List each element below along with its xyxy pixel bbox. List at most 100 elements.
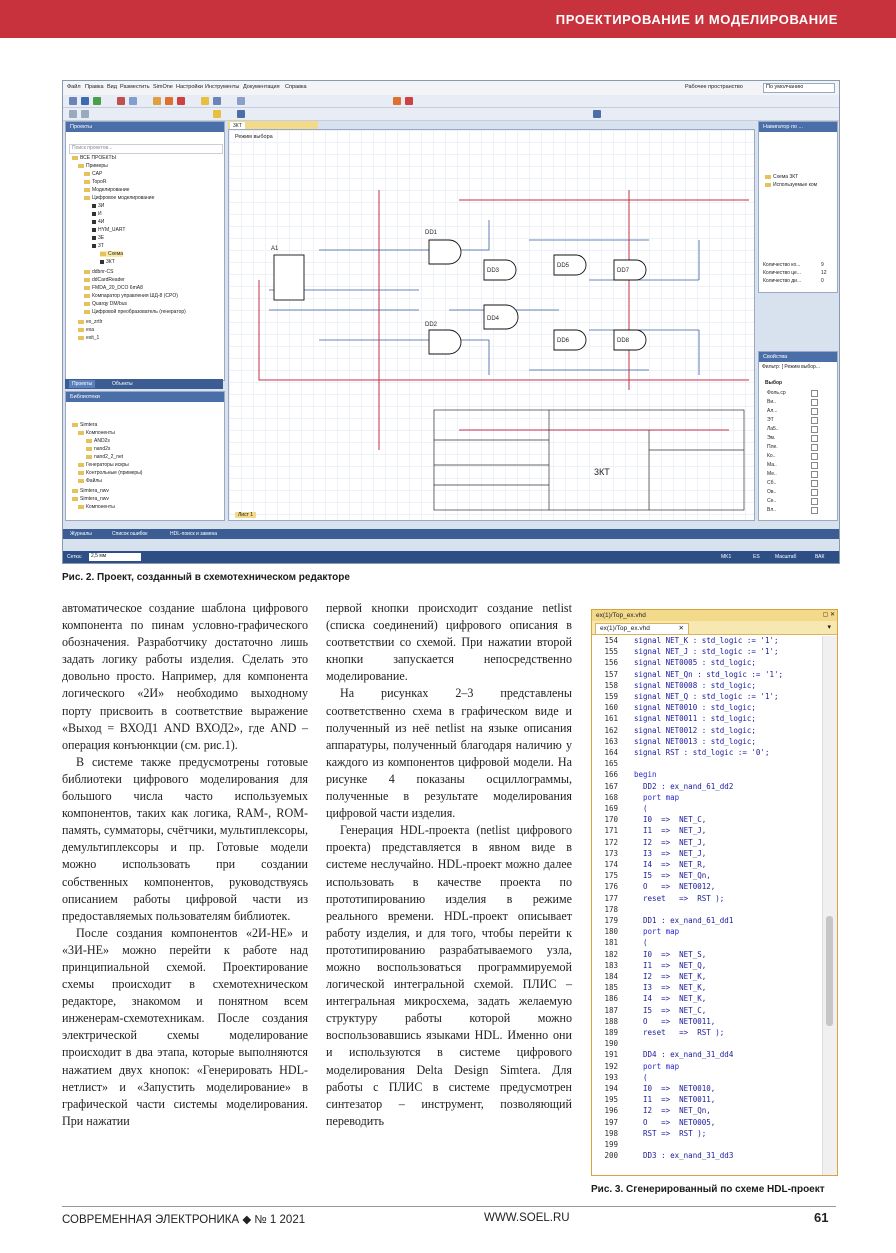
property-checkbox[interactable] xyxy=(811,471,818,478)
tree-item[interactable]: exa xyxy=(78,327,94,333)
property-row[interactable]: Вл.. xyxy=(767,507,776,513)
workspace-select[interactable]: По умолчанию xyxy=(763,83,835,93)
tree-item[interactable]: ex_zrtlr xyxy=(78,319,102,325)
tree-item[interactable]: ddCardReader xyxy=(84,277,125,283)
property-row[interactable]: Ал... xyxy=(767,408,777,414)
property-checkbox[interactable] xyxy=(811,435,818,442)
property-row[interactable]: Пле. xyxy=(767,444,778,450)
tree-item[interactable]: TopoR xyxy=(84,179,106,185)
check-icon[interactable] xyxy=(93,97,101,105)
tree-item[interactable]: 3Т xyxy=(92,243,104,249)
tab-close-icon[interactable]: ✕ xyxy=(679,624,684,634)
tree-item[interactable]: Моделирование xyxy=(84,187,129,193)
editor-tab[interactable]: ex(1)/Top_ex.vhd ✕ xyxy=(595,623,689,634)
zoom-icon[interactable] xyxy=(213,97,221,105)
lib-tree-item[interactable]: Файлы xyxy=(78,478,102,484)
property-row[interactable]: Ко.. xyxy=(767,453,775,459)
property-checkbox[interactable] xyxy=(811,453,818,460)
schematic-canvas[interactable]: Режим выбора DD1 DD2 DD3 DD4 DD5 DD6 DD7… xyxy=(228,129,755,521)
tree-item[interactable]: exit_1 xyxy=(78,335,99,341)
property-row[interactable]: Се.. xyxy=(767,498,776,504)
property-checkbox[interactable] xyxy=(811,426,818,433)
tab-hdl-search[interactable]: HDL-поиск и замена xyxy=(167,530,220,538)
property-row[interactable]: Ов.. xyxy=(767,489,776,495)
property-row[interactable]: Сб.. xyxy=(767,480,776,486)
lib-tree-item[interactable]: Simtera xyxy=(72,422,97,428)
bus-icon[interactable] xyxy=(213,110,221,118)
property-checkbox[interactable] xyxy=(811,507,818,514)
net-label-icon[interactable] xyxy=(237,110,245,118)
projects-search-input[interactable]: Поиск проектов... xyxy=(69,144,223,154)
menu-item-place[interactable]: Разместить xyxy=(120,84,150,90)
property-checkbox[interactable] xyxy=(811,462,818,469)
chevron-down-icon[interactable]: ▾ xyxy=(827,623,831,631)
open-icon[interactable] xyxy=(69,97,77,105)
tab-logs[interactable]: Журналы xyxy=(67,530,95,538)
property-row[interactable]: ЭТ xyxy=(767,417,774,423)
tree-item[interactable]: Примеры xyxy=(78,163,108,169)
nav-item[interactable]: Схема 3КТ xyxy=(765,174,798,180)
lib-tree-item[interactable]: nand2_2_net xyxy=(86,454,123,460)
property-row[interactable]: Ма.. xyxy=(767,462,777,468)
lib-tree-item[interactable]: Компоненты xyxy=(78,504,115,510)
properties-filter[interactable]: Фильтр: [ Режим выбор... xyxy=(762,364,820,370)
property-checkbox[interactable] xyxy=(811,390,818,397)
menu-item-file[interactable]: Файл xyxy=(67,84,81,90)
tab-objects[interactable]: Объекты xyxy=(109,380,136,388)
editor-scrollbar[interactable] xyxy=(822,636,837,1175)
property-checkbox[interactable] xyxy=(811,408,818,415)
tree-item-selected[interactable]: Схема xyxy=(100,251,124,257)
lib-tree-item[interactable]: Simtera_nwv xyxy=(72,496,109,502)
property-checkbox[interactable] xyxy=(811,489,818,496)
lib-tree-item[interactable]: Simtera_nwv xyxy=(72,488,109,494)
menu-item-docs[interactable]: Документация xyxy=(243,84,280,90)
tree-item[interactable]: И xyxy=(92,211,102,217)
property-row[interactable]: Ла5.. xyxy=(767,426,779,432)
grid-size-select[interactable]: 2,5 мм xyxy=(89,553,141,561)
menu-item-help[interactable]: Справка xyxy=(285,84,307,90)
code-area[interactable]: 154 signal NET_K : std_logic := '1'; 155 si… xyxy=(592,636,820,1175)
menu-item-tools[interactable]: Инструменты xyxy=(205,84,239,90)
tree-item[interactable]: CAP xyxy=(84,171,102,177)
sheet-tab[interactable]: Лист 1 xyxy=(235,512,257,518)
highlight-icon[interactable] xyxy=(201,97,209,105)
property-checkbox[interactable] xyxy=(811,498,818,505)
component-icon[interactable] xyxy=(153,97,161,105)
property-checkbox[interactable] xyxy=(811,417,818,424)
tree-item[interactable]: Quarqy DM/bus xyxy=(84,301,127,307)
copy-icon[interactable] xyxy=(129,97,137,105)
menu-item-simone[interactable]: SimOne xyxy=(153,84,173,90)
website[interactable]: WWW.SOEL.RU xyxy=(484,1212,570,1224)
generate-hdl-icon[interactable] xyxy=(165,97,173,105)
lib-tree-item[interactable]: Компоненты xyxy=(78,430,115,436)
property-row[interactable]: Эм. xyxy=(767,435,775,441)
cut-icon[interactable] xyxy=(117,97,125,105)
property-checkbox[interactable] xyxy=(811,444,818,451)
grid-icon[interactable] xyxy=(237,97,245,105)
tree-item-all-projects[interactable]: ВСЕ ПРОЕКТЫ xyxy=(72,155,116,161)
save-icon[interactable] xyxy=(81,97,89,105)
lib-tree-item[interactable]: Генераторы искры xyxy=(78,462,129,468)
scrollbar-thumb[interactable] xyxy=(826,916,833,1026)
probe-icon[interactable] xyxy=(405,97,413,105)
tree-item[interactable]: HYM_UART xyxy=(92,227,125,233)
tree-item[interactable]: ddbnr-CS xyxy=(84,269,113,275)
lib-tree-item[interactable]: AND2s xyxy=(86,438,110,444)
pointer-icon[interactable] xyxy=(69,110,77,118)
tree-item[interactable]: 4И xyxy=(92,219,104,225)
property-row[interactable]: Ме.. xyxy=(767,471,777,477)
align-icon[interactable] xyxy=(593,110,601,118)
nav-item[interactable]: Используемые ком xyxy=(765,182,817,188)
run-simulation-icon[interactable] xyxy=(177,97,185,105)
lib-tree-item[interactable]: Контрольные (примеры) xyxy=(78,470,142,476)
property-row[interactable]: Фоль.ср xyxy=(767,390,786,396)
tab-projects[interactable]: Проекты xyxy=(69,380,96,388)
window-controls-icon[interactable]: ▢ ✕ xyxy=(823,610,835,621)
property-checkbox[interactable] xyxy=(811,480,818,487)
tree-item[interactable]: Цифровое моделирование xyxy=(84,195,154,201)
line-icon[interactable] xyxy=(81,110,89,118)
property-row[interactable]: Ви.. xyxy=(767,399,776,405)
lib-tree-item[interactable]: nand2s xyxy=(86,446,110,452)
menu-item-view[interactable]: Вид xyxy=(107,84,117,90)
menu-item-settings[interactable]: Настройки xyxy=(176,84,203,90)
